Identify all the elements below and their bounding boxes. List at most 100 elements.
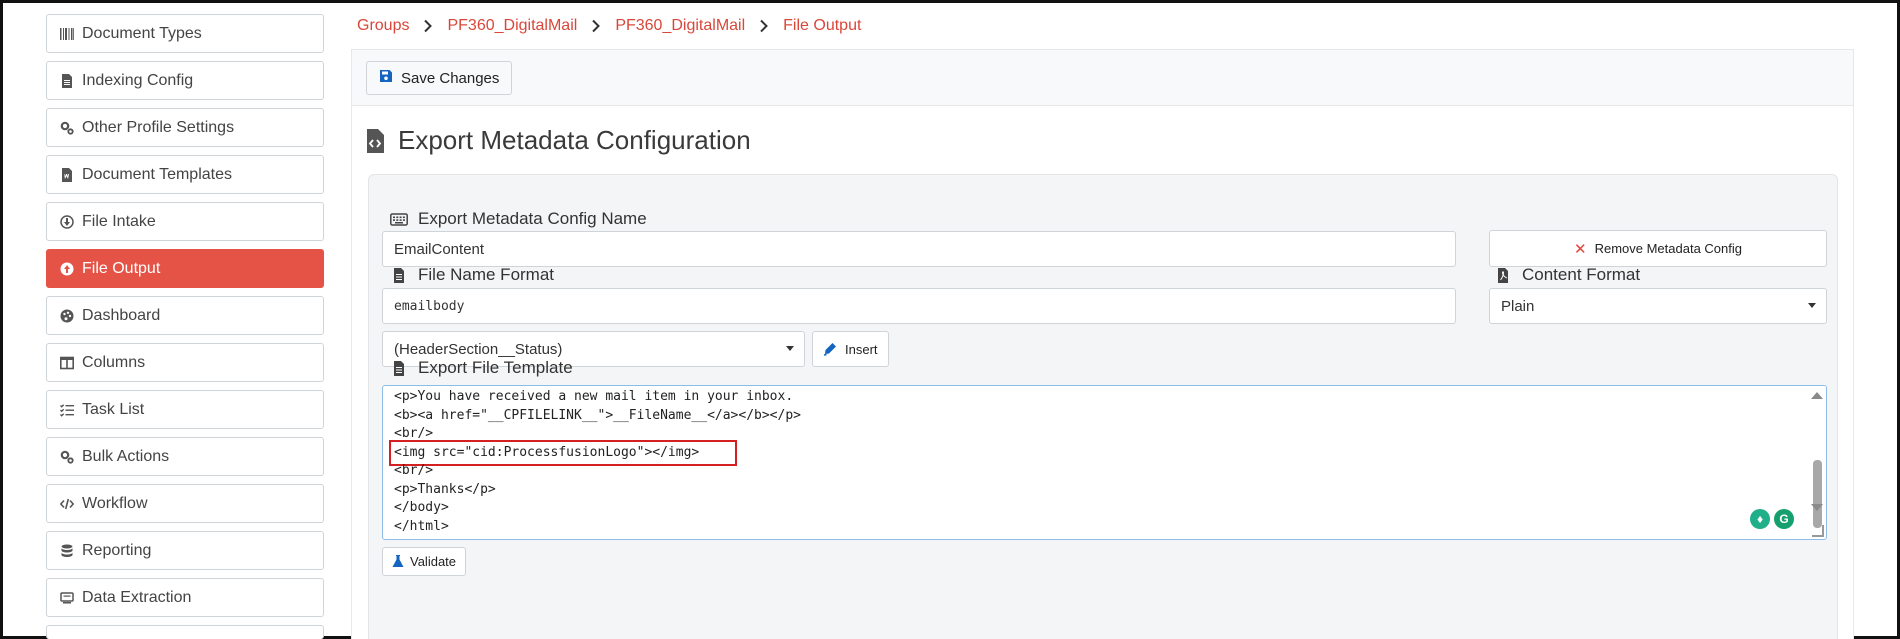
- config-name-value: EmailContent: [394, 240, 485, 258]
- sidebar-item-bulk-actions[interactable]: Bulk Actions: [46, 437, 324, 476]
- file-icon: [394, 360, 404, 376]
- sidebar-item-label: Bulk Actions: [82, 447, 170, 465]
- content-format-label-text: Content Format: [1522, 265, 1641, 284]
- grammarly-widget[interactable]: ♦ G: [1750, 509, 1794, 529]
- code-line: </body>: [394, 500, 449, 515]
- sidebar-item-task-list[interactable]: Task List: [46, 390, 324, 429]
- main-panel: Save Changes Export Metadata Configurati…: [351, 49, 1854, 639]
- remove-config-button[interactable]: ✕ Remove Metadata Config: [1489, 230, 1827, 267]
- resize-grip-icon[interactable]: [1812, 525, 1824, 537]
- flask-icon: [392, 555, 404, 567]
- template-label: Export File Template: [390, 358, 573, 378]
- file-name-format-label-text: File Name Format: [418, 265, 555, 284]
- save-button[interactable]: Save Changes: [366, 61, 513, 95]
- insert-button[interactable]: Insert: [812, 331, 889, 367]
- close-icon: ✕: [1574, 240, 1587, 258]
- template-editor[interactable]: <p>You have received a new mail item in …: [382, 385, 1827, 540]
- caret-down-icon: [1808, 303, 1816, 308]
- code-line: <br/>: [394, 426, 434, 441]
- page-title-text: Export Metadata Configuration: [398, 125, 751, 155]
- page-title: Export Metadata Configuration: [366, 125, 751, 156]
- remove-config-label: Remove Metadata Config: [1594, 241, 1742, 256]
- sidebar-item-label: Document Templates: [82, 165, 232, 183]
- config-name-input[interactable]: EmailContent: [382, 231, 1456, 267]
- sidebar-item-workflow[interactable]: Workflow: [46, 484, 324, 523]
- code-line: <p>You have received a new mail item in …: [394, 389, 794, 404]
- lightbulb-icon[interactable]: ♦: [1750, 509, 1770, 529]
- field-select-value: (HeaderSection__Status): [394, 340, 563, 358]
- sidebar-item-document-types[interactable]: Document Types: [46, 14, 324, 53]
- file-word-icon: [60, 167, 82, 182]
- sidebar-item-document-templates[interactable]: Document Templates: [46, 155, 324, 194]
- file-name-format-value: emailbody: [394, 298, 465, 314]
- sidebar-item-columns[interactable]: Columns: [46, 343, 324, 382]
- database-icon: [60, 544, 82, 558]
- sidebar-item-file-output[interactable]: File Output: [46, 249, 324, 288]
- sidebar-item-data-extraction[interactable]: Data Extraction: [46, 578, 324, 617]
- file-name-format-label: File Name Format: [390, 265, 554, 285]
- content-format-select[interactable]: Plain: [1489, 288, 1827, 324]
- cogs-icon: [60, 450, 82, 464]
- sidebar-item-label: File Output: [82, 259, 161, 277]
- insert-button-label: Insert: [845, 341, 878, 357]
- sidebar-item-partial[interactable]: [46, 625, 324, 639]
- sidebar-item-label: Dashboard: [82, 306, 161, 324]
- file-pdf-icon: [1498, 267, 1508, 283]
- grammarly-icon[interactable]: G: [1774, 509, 1794, 529]
- breadcrumb-current: File Output: [783, 17, 862, 34]
- tasks-icon: [60, 403, 82, 417]
- breadcrumb-group[interactable]: PF360_DigitalMail: [447, 17, 577, 35]
- sidebar-item-indexing-config[interactable]: Indexing Config: [46, 61, 324, 100]
- validate-button[interactable]: Validate: [382, 547, 467, 576]
- code-icon: [60, 497, 82, 511]
- sidebar-item-label: Data Extraction: [82, 588, 192, 606]
- code-line: <p>Thanks</p>: [394, 482, 496, 497]
- sidebar-item-reporting[interactable]: Reporting: [46, 531, 324, 570]
- sidebar-item-other-profile-settings[interactable]: Other Profile Settings: [46, 108, 324, 147]
- content-format-value: Plain: [1501, 297, 1535, 315]
- save-button-label: Save Changes: [401, 69, 500, 87]
- file-name-format-input[interactable]: emailbody: [382, 288, 1456, 324]
- sidebar-item-label: File Intake: [82, 212, 156, 230]
- chevron-right-icon: [759, 19, 769, 33]
- columns-icon: [60, 356, 82, 370]
- sidebar-item-label: Reporting: [82, 541, 152, 559]
- breadcrumb: Groups PF360_DigitalMail PF360_DigitalMa…: [357, 17, 861, 35]
- editor-scrollbar[interactable]: [1810, 386, 1826, 539]
- sidebar-item-file-intake[interactable]: File Intake: [46, 202, 324, 241]
- sidebar-item-label: Other Profile Settings: [82, 118, 235, 136]
- template-label-text: Export File Template: [418, 358, 573, 377]
- validate-button-label: Validate: [410, 554, 457, 569]
- palette-icon: [60, 309, 82, 323]
- scroll-down-icon[interactable]: [1811, 504, 1823, 511]
- sidebar-item-label: Workflow: [82, 494, 148, 512]
- arrow-circle-down-icon: [60, 214, 82, 229]
- sidebar: Document Types Indexing Config Other Pro…: [46, 14, 324, 639]
- config-name-label: Export Metadata Config Name: [390, 209, 647, 229]
- config-card: Export Metadata Config Name EmailContent…: [368, 174, 1838, 639]
- cogs-icon: [60, 121, 82, 135]
- sidebar-item-label: Task List: [82, 400, 145, 418]
- toolbar: Save Changes: [352, 50, 1853, 106]
- caret-down-icon: [786, 346, 794, 351]
- barcode-icon: [60, 27, 82, 41]
- arrow-circle-up-icon: [60, 262, 82, 276]
- save-icon: [379, 69, 393, 87]
- pen-icon: [823, 343, 836, 356]
- highlight-box: [389, 440, 737, 466]
- sidebar-item-label: Document Types: [82, 24, 202, 42]
- sidebar-item-label: Columns: [82, 353, 146, 371]
- keyboard-icon: [390, 212, 408, 226]
- receipt-icon: [60, 591, 82, 605]
- config-name-label-text: Export Metadata Config Name: [418, 209, 647, 228]
- scroll-thumb[interactable]: [1813, 460, 1822, 528]
- code-line: <br/>: [394, 463, 434, 478]
- sidebar-item-label: Indexing Config: [82, 71, 194, 89]
- file-icon: [394, 267, 404, 283]
- breadcrumb-profile[interactable]: PF360_DigitalMail: [615, 17, 745, 35]
- sidebar-item-dashboard[interactable]: Dashboard: [46, 296, 324, 335]
- scroll-up-icon[interactable]: [1811, 392, 1823, 399]
- code-line: </html>: [394, 519, 449, 534]
- file-icon: [60, 73, 82, 88]
- breadcrumb-groups[interactable]: Groups: [357, 17, 409, 35]
